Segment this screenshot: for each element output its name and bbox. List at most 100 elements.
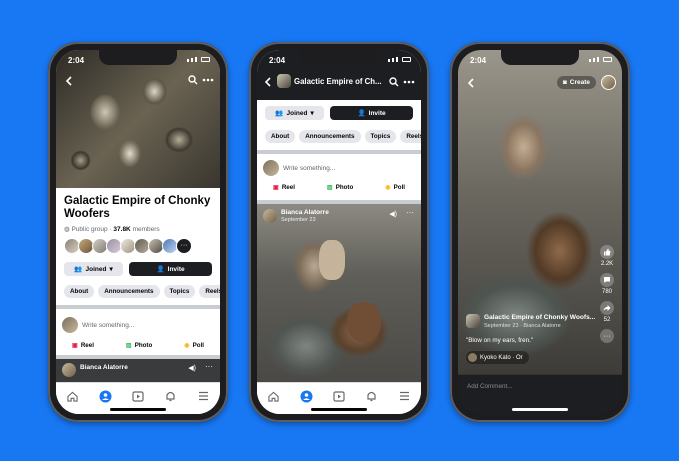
post-author[interactable]: Bianca Alatorre [80, 364, 128, 371]
notifications-icon[interactable] [164, 389, 178, 403]
poll-button[interactable]: ◉ Poll [184, 342, 204, 349]
group-icon: 👥 [275, 110, 284, 117]
reel-meta: September 23 · Bianca Alatorre [484, 323, 561, 329]
joined-label: Joined [85, 265, 107, 273]
create-button[interactable]: ◙ Create [556, 76, 596, 89]
groups-icon[interactable] [98, 389, 112, 403]
like-count: 2.2K [600, 261, 614, 267]
members-label: members [132, 226, 160, 233]
post-header: Bianca Alatorre ◀) ··· [56, 359, 220, 383]
reel-icon: ▣ [272, 184, 279, 191]
group-thumbnail[interactable] [466, 314, 480, 328]
joined-button[interactable]: 👥 Joined ▾ [265, 106, 325, 120]
volume-icon[interactable]: ◀) [389, 210, 397, 218]
back-arrow-icon[interactable] [466, 78, 476, 88]
invite-button[interactable]: 👤 Invite [330, 106, 413, 120]
composer-input[interactable]: Write something... [82, 322, 134, 329]
poll-button[interactable]: ◉ Poll [385, 184, 405, 191]
phone-reel-viewer: 2:04 ◙ Create 2.2K 780 52 ··· Galactic E… [450, 42, 630, 422]
notifications-icon[interactable] [365, 389, 379, 403]
reel-label: Reel [80, 342, 94, 349]
tab-announcements[interactable]: Announcements [98, 285, 160, 298]
composer: Write something... ▣ Reel ▨ Photo ◉ Poll [56, 309, 220, 359]
tab-reels[interactable]: Reels [199, 285, 220, 298]
audio-chip[interactable]: Kyoko Kato · Or [466, 351, 529, 364]
tab-announcements[interactable]: Announcements [299, 130, 361, 143]
watch-icon[interactable] [332, 389, 346, 403]
back-arrow-icon[interactable] [64, 76, 74, 86]
avatar[interactable] [601, 75, 616, 90]
back-arrow-icon[interactable] [263, 77, 273, 87]
group-thumbnail [277, 74, 291, 88]
home-icon[interactable] [65, 389, 79, 403]
post-date: September 23 [281, 217, 316, 223]
video-dog [347, 301, 382, 342]
groups-icon[interactable] [299, 389, 313, 403]
avatar [62, 317, 78, 333]
composer-actions: ▣ Reel ▨ Photo ◉ Poll [257, 184, 421, 191]
comment-input[interactable]: Add Comment... [467, 383, 513, 390]
share-icon[interactable] [600, 301, 614, 315]
group-meta: ◍ Public group · 37.8K members [64, 226, 160, 233]
more-icon[interactable] [403, 80, 415, 84]
poll-label: Poll [192, 342, 205, 349]
video-post[interactable] [257, 204, 421, 382]
signal-icon [187, 57, 210, 62]
reel-icon: ▣ [71, 342, 78, 349]
chevron-down-icon: ▾ [310, 110, 314, 117]
tab-topics[interactable]: Topics [364, 130, 397, 143]
photo-icon: ▨ [125, 342, 132, 349]
more-members-icon[interactable]: ··· [176, 238, 192, 254]
menu-icon[interactable] [197, 389, 211, 403]
avatar [263, 209, 277, 223]
post-author[interactable]: Bianca Alatorre [281, 209, 329, 216]
group-icon: 👥 [74, 266, 83, 273]
chevron-down-icon: ▾ [109, 266, 113, 273]
member-avatars[interactable]: ··· [64, 238, 192, 254]
header-title[interactable]: Galactic Empire of Ch... [294, 77, 382, 86]
group-title: Galactic Empire of Chonky Woofers [64, 195, 211, 220]
screen: 2:04 ◙ Create 2.2K 780 52 ··· Galactic E… [458, 50, 622, 414]
like-icon[interactable] [600, 245, 614, 259]
joined-button[interactable]: 👥 Joined ▾ [64, 262, 124, 276]
more-icon[interactable]: ··· [406, 208, 414, 217]
tab-about[interactable]: About [265, 130, 296, 143]
photo-button[interactable]: ▨ Photo [126, 342, 152, 349]
search-icon[interactable] [389, 77, 399, 87]
home-icon[interactable] [266, 389, 280, 403]
invite-label: Invite [167, 265, 185, 273]
privacy-label: Public group [71, 226, 108, 233]
reel-button[interactable]: ▣ Reel [72, 342, 94, 349]
more-icon[interactable] [202, 78, 214, 82]
watch-icon[interactable] [131, 389, 145, 403]
home-indicator [311, 408, 367, 411]
volume-icon[interactable]: ◀) [188, 364, 196, 372]
reel-group-name[interactable]: Galactic Empire of Chonky Woofs... [484, 314, 595, 321]
person-add-icon: 👤 [357, 110, 366, 117]
home-indicator [110, 408, 166, 411]
camera-icon: ◙ [562, 79, 567, 86]
poll-label: Poll [393, 184, 406, 191]
reel-label: Reel [281, 184, 295, 191]
notch [501, 50, 579, 65]
tab-topics[interactable]: Topics [163, 285, 196, 298]
post-header: Bianca Alatorre September 23 ◀) ··· [257, 206, 421, 228]
share-count: 52 [603, 317, 611, 323]
reel-button[interactable]: ▣ Reel [273, 184, 295, 191]
more-icon[interactable]: ··· [600, 329, 614, 343]
photo-button[interactable]: ▨ Photo [327, 184, 353, 191]
composer-input[interactable]: Write something... [283, 165, 335, 172]
avatar [62, 363, 76, 377]
invite-button[interactable]: 👤 Invite [129, 262, 212, 276]
tab-reels[interactable]: Reels [400, 130, 421, 143]
group-actions: 👥 Joined ▾ 👤 Invite [64, 262, 212, 276]
tab-about[interactable]: About [64, 285, 95, 298]
more-icon[interactable]: ··· [205, 362, 213, 371]
group-tabs: About Announcements Topics Reels [64, 285, 220, 298]
menu-icon[interactable] [398, 389, 412, 403]
phone-group-feed: Galactic Empire of Ch... 2:04 👥 Joined ▾… [249, 42, 429, 422]
comment-icon[interactable] [600, 273, 614, 287]
search-icon[interactable] [188, 75, 198, 85]
status-time: 2:04 [68, 56, 85, 65]
composer-actions: ▣ Reel ▨ Photo ◉ Poll [56, 342, 220, 349]
